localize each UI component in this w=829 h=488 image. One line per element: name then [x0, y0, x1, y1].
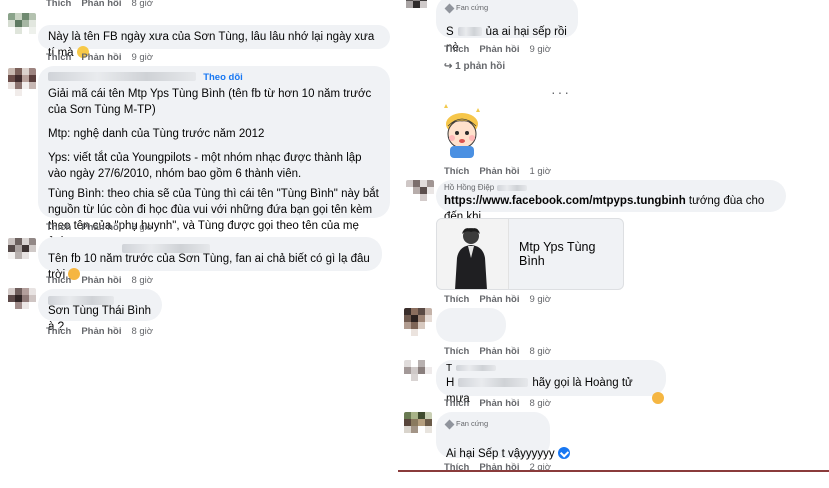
- comment-author[interactable]: Hồ Hồng Điệp: [444, 183, 494, 192]
- reply-link[interactable]: Phản hồi: [479, 44, 519, 55]
- comment-actions: Thích Phản hồi 1 giờ: [444, 166, 551, 177]
- like-link[interactable]: Thích: [46, 275, 71, 286]
- timestamp[interactable]: 8 giờ: [131, 275, 153, 286]
- comment-actions: Thích Phản hồi 9 giờ: [444, 44, 551, 55]
- timestamp[interactable]: 8 giờ: [529, 346, 551, 357]
- sticker-boy-icon: [444, 104, 480, 158]
- like-link[interactable]: Thích: [444, 294, 469, 305]
- diamond-icon: [444, 419, 455, 429]
- like-link[interactable]: Thích: [46, 222, 71, 233]
- timestamp[interactable]: 9 giờ: [131, 52, 153, 63]
- comment-actions: Thích Phản hồi 8 giờ: [46, 222, 153, 233]
- avatar[interactable]: [8, 13, 36, 41]
- comment-actions: Thích Phản hồi 8 giờ: [444, 346, 551, 357]
- sad-emoji-icon: [652, 392, 664, 404]
- fan-badge-label: Fan cứng: [456, 419, 489, 428]
- reply-link[interactable]: Phản hồi: [479, 398, 519, 409]
- avatar[interactable]: [404, 412, 432, 440]
- timestamp[interactable]: 8 giờ: [131, 0, 153, 9]
- like-link[interactable]: Thích: [444, 346, 469, 357]
- link-preview-card[interactable]: Mtp Yps Tùng Bình: [436, 218, 624, 290]
- avatar[interactable]: [8, 68, 36, 96]
- reply-link[interactable]: Phản hồi: [81, 222, 121, 233]
- left-comment-column: Thích Phản hồi 8 giờ Này là tên FB ngày …: [0, 0, 396, 488]
- timestamp[interactable]: 8 giờ: [529, 398, 551, 409]
- like-link[interactable]: Thích: [444, 166, 469, 177]
- author-initial[interactable]: T: [446, 363, 452, 374]
- comment-actions: Thích Phản hồi 8 giờ: [46, 0, 153, 9]
- timestamp[interactable]: 8 giờ: [131, 222, 153, 233]
- comment-bubble: Tên fb 10 năm trước của Sơn Tùng, fan ai…: [38, 237, 382, 281]
- reply-link[interactable]: Phản hồi: [479, 166, 519, 177]
- avatar[interactable]: [406, 0, 430, 14]
- blurred-author-name[interactable]: [456, 365, 497, 372]
- comment-actions: Thích Phản hồi 8 giờ: [46, 275, 153, 286]
- comment-paragraph: Mtp: nghệ danh của Tùng trước năm 2012: [48, 128, 265, 140]
- avatar[interactable]: [8, 238, 36, 266]
- reaction-like-icon: [557, 447, 570, 459]
- timestamp[interactable]: 8 giờ: [131, 326, 153, 337]
- more-options-icon[interactable]: ···: [551, 84, 571, 100]
- avatar[interactable]: [404, 360, 432, 388]
- reply-link[interactable]: Phản hồi: [81, 52, 121, 63]
- avatar[interactable]: [406, 180, 434, 208]
- reply-link[interactable]: Phản hồi: [81, 0, 121, 9]
- comment-actions: Thích Phản hồi 8 giờ: [46, 326, 153, 337]
- preview-thumbnail: [437, 219, 509, 289]
- sticker: [438, 102, 486, 160]
- timestamp[interactable]: 1 giờ: [529, 166, 551, 177]
- fan-badge-label: Fan cứng: [456, 3, 489, 12]
- reply-link[interactable]: Phản hồi: [81, 275, 121, 286]
- comment-bubble: T Hhãy gọi là Hoàng tử mưa: [436, 360, 666, 405]
- reply-link[interactable]: Phản hồi: [479, 294, 519, 305]
- mention-initial[interactable]: H: [446, 377, 454, 389]
- comment-actions: Thích Phản hồi 9 giờ: [444, 294, 551, 305]
- timestamp[interactable]: 9 giờ: [529, 294, 551, 305]
- comment-actions: Thích Phản hồi 8 giờ: [444, 398, 551, 409]
- reply-link[interactable]: Phản hồi: [479, 346, 519, 357]
- like-link[interactable]: Thích: [444, 44, 469, 55]
- blurred-mention[interactable]: [458, 378, 529, 388]
- like-link[interactable]: Thích: [46, 326, 71, 337]
- comment-bubble: Fan cứng Sủa ai hại sếp rồi nè: [436, 0, 578, 54]
- fan-badge: Fan cứng: [444, 416, 540, 432]
- diamond-icon: [444, 3, 455, 13]
- blurred-author-name[interactable]: [457, 27, 482, 37]
- reply-link[interactable]: Phản hồi: [81, 326, 121, 337]
- view-replies-link[interactable]: ↪ 1 phản hồi: [444, 61, 505, 72]
- fan-badge: Fan cứng: [444, 0, 568, 16]
- comment-bubble: Này là tên FB ngày xưa của Sơn Tùng, lâu…: [38, 25, 390, 59]
- comment-bubble: Fan cứng Ai hại Sếp t vậyyyyyy: [436, 412, 570, 460]
- blurred-author-name[interactable]: [497, 184, 528, 191]
- timestamp[interactable]: 9 giờ: [529, 44, 551, 55]
- like-link[interactable]: Thích: [46, 0, 71, 9]
- url-link[interactable]: https://www.facebook.com/mtpyps.tungbinh: [444, 195, 686, 207]
- comment-actions: Thích Phản hồi 9 giờ: [46, 52, 153, 63]
- right-comment-column: Fan cứng Sủa ai hại sếp rồi nè Thích Phả…: [398, 0, 829, 488]
- like-link[interactable]: Thích: [46, 52, 71, 63]
- comment-bubble: Hồ Hồng Điệp https://www.facebook.com/mt…: [436, 180, 786, 223]
- comment-bubble-redacted: [436, 308, 506, 342]
- like-link[interactable]: Thích: [444, 398, 469, 409]
- preview-title[interactable]: Mtp Yps Tùng Bình: [509, 240, 623, 268]
- comment-text: Ai hại Sếp t vậyyyyyy: [446, 448, 555, 460]
- avatar[interactable]: [404, 308, 432, 336]
- follow-link[interactable]: Theo dõi: [203, 72, 243, 83]
- comment-paragraph: Yps: viết tắt của Youngpilots - một nhóm…: [48, 152, 362, 180]
- blurred-author-name[interactable]: [48, 72, 196, 82]
- comment-bubble: Sơn Tùng Thái Bình à ?: [38, 289, 162, 333]
- bottom-divider: [398, 470, 829, 472]
- person-photo-icon: [455, 228, 487, 289]
- author-initial[interactable]: S: [446, 26, 454, 38]
- comment-paragraph: Giải mã cái tên Mtp Yps Tùng Bình (tên f…: [48, 88, 372, 116]
- comment-bubble: Theo dõi Giải mã cái tên Mtp Yps Tùng Bì…: [38, 66, 390, 248]
- avatar[interactable]: [8, 288, 36, 316]
